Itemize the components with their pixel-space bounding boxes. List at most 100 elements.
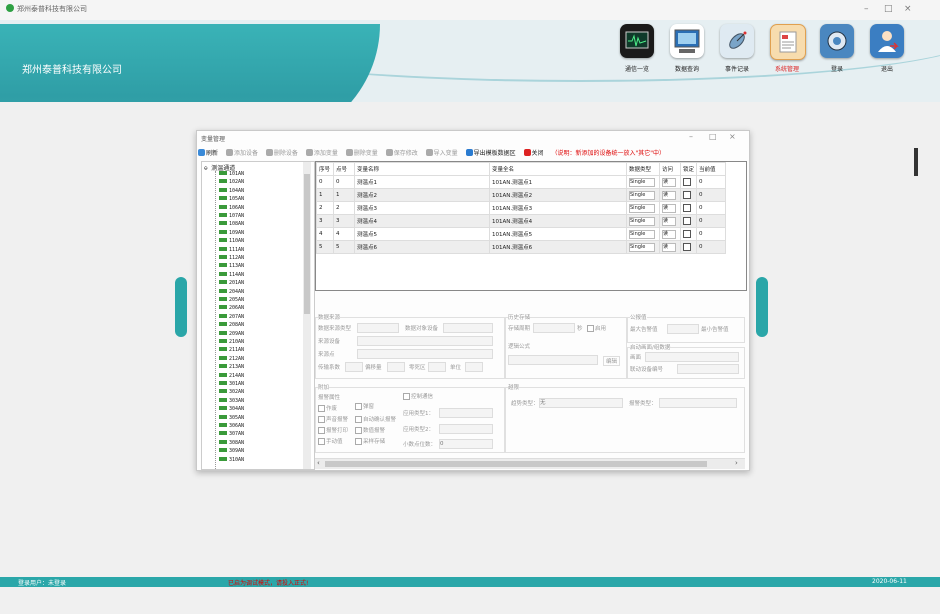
cell-type[interactable]: Single (626, 214, 660, 228)
point-select[interactable] (357, 349, 493, 359)
type-select[interactable]: Single (629, 216, 655, 226)
cell-fullname[interactable]: 101AN.测温点4 (489, 214, 627, 228)
cell-point[interactable]: 5 (333, 240, 355, 254)
export-template-button[interactable]: 导出模板数据区 (465, 148, 516, 157)
source-device-select[interactable] (443, 323, 493, 333)
scroll-left-arrow[interactable]: ‹ (317, 459, 320, 467)
cell-lock[interactable] (679, 175, 698, 189)
cell-lock[interactable] (679, 227, 698, 241)
cell-index[interactable]: 0 (316, 175, 334, 189)
tree-item[interactable]: 102AN (219, 179, 244, 186)
dialog-close-button[interactable]: × (729, 132, 736, 141)
access-select[interactable]: 读 (662, 216, 676, 226)
cell-type[interactable]: Single (626, 240, 660, 254)
cell-value[interactable]: 0 (696, 175, 727, 189)
save-changes-button[interactable]: 保存修改 (385, 148, 418, 157)
tree-item[interactable]: 106AN (219, 204, 244, 212)
tree-item[interactable]: 306AN (219, 423, 244, 430)
cell-fullname[interactable]: 101AN.测温点2 (489, 188, 627, 202)
cell-value[interactable]: 0 (696, 188, 727, 202)
add-variable-button[interactable]: 添加变量 (305, 148, 338, 157)
offset-input[interactable] (387, 362, 405, 372)
opt-checkbox[interactable] (318, 416, 325, 423)
tree-item[interactable]: 113AN (219, 263, 244, 270)
dialog-maximize-button[interactable]: □ (709, 132, 717, 141)
opt-checkbox[interactable] (318, 405, 325, 412)
tree-item[interactable]: 303AN (219, 397, 244, 405)
cell-value[interactable]: 0 (696, 227, 727, 241)
cell-lock[interactable] (679, 188, 698, 202)
store-period-input[interactable] (533, 323, 575, 333)
decimals-input[interactable]: 0 (439, 439, 493, 449)
access-select[interactable]: 读 (662, 242, 676, 252)
dialog-minimize-button[interactable]: – (689, 132, 693, 141)
grid-scroll-thumb[interactable] (325, 461, 707, 467)
tree-item[interactable]: 310AN (219, 456, 244, 464)
tree-item[interactable]: 304AN (219, 406, 244, 413)
coef-input[interactable] (345, 362, 363, 372)
tree-item[interactable]: 308AN (219, 439, 244, 447)
cell-lock[interactable] (679, 201, 698, 215)
cell-fullname[interactable]: 101AN.测温点5 (489, 227, 627, 241)
cell-fullname[interactable]: 101AN.测温点3 (489, 201, 627, 215)
tree-item[interactable]: 211AN (219, 347, 244, 354)
nav-login[interactable]: 登录 (810, 24, 864, 94)
tree-scrollbar[interactable] (303, 162, 311, 469)
tree-item[interactable]: 114AN (219, 271, 244, 279)
apply-type1-select[interactable] (439, 408, 493, 418)
table-row[interactable]: 0 0 测温点1 101AN.测温点1 Single 读 0 (316, 175, 727, 189)
cell-name[interactable]: 测温点5 (354, 227, 490, 241)
lock-checkbox[interactable] (683, 217, 691, 225)
close-dialog-button[interactable]: 关闭 (523, 148, 544, 157)
nav-logout[interactable]: 退出 (860, 24, 914, 94)
cell-name[interactable]: 测温点3 (354, 201, 490, 215)
cell-type[interactable]: Single (626, 227, 660, 241)
cell-value[interactable]: 0 (696, 240, 727, 254)
trend-type-select[interactable]: 无 (539, 398, 623, 408)
tree-item[interactable]: 212AN (219, 355, 244, 363)
tree-item[interactable]: 208AN (219, 322, 244, 329)
screen-input[interactable] (645, 352, 739, 362)
lock-checkbox[interactable] (683, 243, 691, 251)
tree-scroll-thumb[interactable] (304, 174, 310, 314)
cell-point[interactable]: 2 (333, 201, 355, 215)
tree-item[interactable]: 207AN (219, 313, 244, 321)
device-select[interactable] (357, 336, 493, 346)
type-select[interactable]: Single (629, 229, 655, 239)
linked-device-input[interactable] (677, 364, 739, 374)
dead-zone-input[interactable] (428, 362, 446, 372)
tree-item[interactable]: 109AN (219, 229, 244, 237)
cell-name[interactable]: 测温点4 (354, 214, 490, 228)
cell-access[interactable]: 读 (659, 188, 681, 202)
tree-item[interactable]: 111AN (219, 246, 244, 254)
formula-edit-button[interactable]: 编辑 (603, 356, 621, 366)
tree-item[interactable]: 112AN (219, 255, 244, 262)
tree-item[interactable]: 104AN (219, 187, 244, 195)
table-row[interactable]: 4 4 测温点5 101AN.测温点5 Single 读 0 (316, 227, 727, 241)
nav-event-log[interactable]: 事件记录 (710, 24, 764, 94)
cell-lock[interactable] (679, 240, 698, 254)
opt-checkbox[interactable] (318, 427, 325, 434)
type-select[interactable]: Single (629, 203, 655, 213)
opt-checkbox[interactable] (355, 438, 362, 445)
cell-access[interactable]: 读 (659, 201, 681, 215)
minimize-button[interactable]: – (864, 4, 869, 14)
cell-access[interactable]: 读 (659, 227, 681, 241)
cell-access[interactable]: 读 (659, 175, 681, 189)
cell-type[interactable]: Single (626, 188, 660, 202)
tree-item[interactable]: 210AN (219, 339, 244, 346)
cell-point[interactable]: 0 (333, 175, 355, 189)
scroll-right-arrow[interactable]: › (735, 459, 738, 467)
table-row[interactable]: 5 5 测温点6 101AN.测温点6 Single 读 0 (316, 240, 727, 254)
import-variables-button[interactable]: 导入变量 (425, 148, 458, 157)
unit-input[interactable] (465, 362, 483, 372)
type-select[interactable]: Single (629, 190, 655, 200)
tree-item[interactable]: 105AN (219, 196, 244, 203)
cell-name[interactable]: 测温点6 (354, 240, 490, 254)
ctrl-comm-checkbox[interactable] (403, 393, 410, 400)
access-select[interactable]: 读 (662, 177, 676, 187)
max-alarm-input[interactable] (667, 324, 699, 334)
tree-item[interactable]: 108AN (219, 221, 244, 228)
opt-checkbox[interactable] (355, 416, 362, 423)
refresh-button[interactable]: 刷新 (198, 148, 218, 157)
